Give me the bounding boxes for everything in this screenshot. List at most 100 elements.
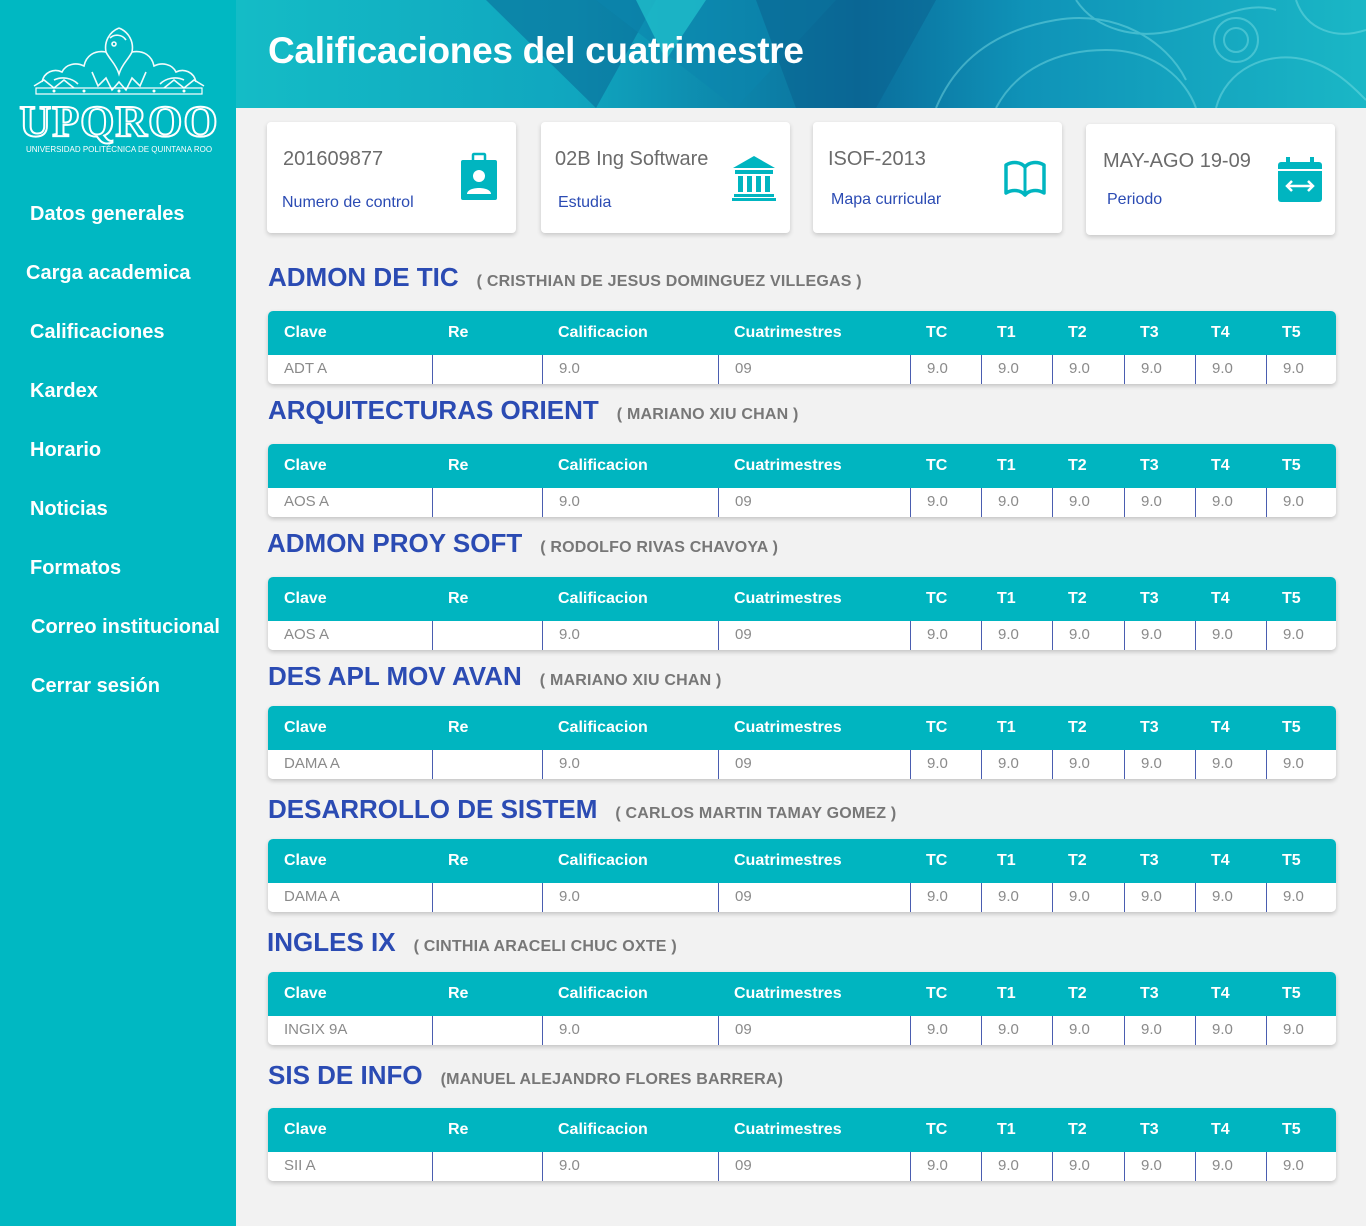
table-cell: 9.0: [542, 750, 718, 779]
subject-title: DESARROLLO DE SISTEM ( CARLOS MARTIN TAMA…: [268, 794, 896, 825]
column-header: Clave: [284, 324, 327, 341]
table-cell: 09: [718, 883, 910, 912]
table-cell: 9.0: [981, 488, 1052, 517]
table-cell: 9.0: [1124, 1016, 1195, 1045]
table-cell: [432, 355, 542, 384]
column-header: TC: [926, 457, 948, 474]
column-header: Clave: [284, 719, 327, 736]
sidebar-item-kardex[interactable]: Kardex: [30, 380, 98, 403]
table-cell: 9.0: [981, 883, 1052, 912]
sidebar-item-correo-institucional[interactable]: Correo institucional: [31, 616, 220, 639]
sidebar-item-calificaciones[interactable]: Calificaciones: [30, 321, 165, 344]
table-cell: 9.0: [542, 621, 718, 650]
table-cell: [432, 1016, 542, 1045]
column-header: T1: [997, 324, 1016, 341]
table-cell: 09: [718, 621, 910, 650]
table-cell: 09: [718, 750, 910, 779]
sidebar-item-noticias[interactable]: Noticias: [30, 498, 108, 521]
table-header-row: Clave Re Calificacion Cuatrimestres TC T1 T2 T3…: [268, 577, 1336, 621]
sidebar-item-datos-generales[interactable]: Datos generales: [30, 203, 185, 226]
column-header: Cuatrimestres: [734, 852, 842, 869]
table-cell: 9.0: [981, 750, 1052, 779]
column-header: Calificacion: [558, 985, 648, 1002]
grades-table: Clave Re Calificacion Cuatrimestres TC T1 T2 T3…: [268, 972, 1336, 1045]
table-row: AOS A 9.0 09 9.0 9.0 9.0 9.0 9.0 9.0: [268, 488, 1336, 517]
column-header: Re: [448, 590, 469, 607]
subject-name: DESARROLLO DE SISTEM: [268, 794, 598, 824]
table-cell: 9.0: [1052, 883, 1124, 912]
column-header: T5: [1282, 1121, 1301, 1138]
column-header: Re: [448, 1121, 469, 1138]
subject-teacher: ( MARIANO XIU CHAN ): [539, 672, 722, 689]
table-row: ADT A 9.0 09 9.0 9.0 9.0 9.0 9.0 9.0: [268, 355, 1336, 384]
sidebar-item-carga-academica[interactable]: Carga academica: [26, 262, 191, 285]
column-header: Re: [448, 324, 469, 341]
table-cell: 9.0: [1195, 621, 1266, 650]
grades-table: Clave Re Calificacion Cuatrimestres TC T1 T2 T3…: [268, 311, 1336, 384]
table-cell: 9.0: [981, 1016, 1052, 1045]
column-header: T5: [1282, 457, 1301, 474]
card-label: Mapa curricular: [831, 191, 942, 208]
table-cell: 9.0: [1124, 488, 1195, 517]
column-header: T2: [1068, 985, 1087, 1002]
subject-name: INGLES IX: [267, 927, 396, 957]
svg-text:UPQROO: UPQROO: [19, 97, 218, 146]
sidebar: UPQROO UNIVERSIDAD POLITÉCNICA DE QUINTA…: [0, 0, 236, 1226]
table-cell: AOS A: [284, 626, 330, 643]
column-header: T2: [1068, 590, 1087, 607]
subject-title: ADMON PROY SOFT ( RODOLFO RIVAS CHAVOYA ): [267, 528, 778, 559]
subject-teacher: ( CARLOS MARTIN TAMAY GOMEZ ): [615, 805, 897, 822]
column-header: T3: [1140, 852, 1159, 869]
table-cell: 9.0: [542, 1016, 718, 1045]
table-cell: 9.0: [910, 883, 981, 912]
grades-table: Clave Re Calificacion Cuatrimestres TC T1 T2 T3…: [268, 706, 1336, 779]
svg-text:UNIVERSIDAD POLITÉCNICA DE QUI: UNIVERSIDAD POLITÉCNICA DE QUINTANA ROO: [26, 145, 212, 154]
table-header-row: Clave Re Calificacion Cuatrimestres TC T1 T2 T3…: [268, 311, 1336, 355]
sidebar-item-horario[interactable]: Horario: [30, 439, 101, 462]
table-cell: 9.0: [981, 1152, 1052, 1181]
table-cell: 9.0: [1266, 750, 1336, 779]
table-cell: 9.0: [910, 750, 981, 779]
card-numero-control: 201609877 Numero de control: [267, 122, 516, 233]
table-cell: 9.0: [542, 883, 718, 912]
table-cell: 9.0: [1266, 1152, 1336, 1181]
table-row: DAMA A 9.0 09 9.0 9.0 9.0 9.0 9.0 9.0: [268, 883, 1336, 912]
sidebar-item-cerrar-sesion[interactable]: Cerrar sesión: [31, 675, 160, 698]
column-header: T1: [997, 457, 1016, 474]
table-cell: 09: [718, 488, 910, 517]
column-header: T1: [997, 852, 1016, 869]
table-cell: 9.0: [1195, 883, 1266, 912]
subject-teacher: ( RODOLFO RIVAS CHAVOYA ): [540, 539, 779, 556]
column-header: T2: [1068, 1121, 1087, 1138]
column-header: Re: [448, 719, 469, 736]
upqroo-logo[interactable]: UPQROO UNIVERSIDAD POLITÉCNICA DE QUINTA…: [14, 22, 224, 157]
column-header: Cuatrimestres: [734, 324, 842, 341]
card-periodo: MAY-AGO 19-09 Periodo: [1086, 124, 1335, 235]
table-cell: DAMA A: [284, 755, 340, 772]
table-cell: 09: [718, 1152, 910, 1181]
subject-name: ARQUITECTURAS ORIENT: [268, 395, 599, 425]
subject-teacher: ( MARIANO XIU CHAN ): [616, 406, 799, 423]
column-header: Re: [448, 852, 469, 869]
table-header-row: Clave Re Calificacion Cuatrimestres TC T1 T2 T3…: [268, 444, 1336, 488]
table-cell: 9.0: [1052, 1016, 1124, 1045]
eagle-crest-icon: UPQROO UNIVERSIDAD POLITÉCNICA DE QUINTA…: [18, 27, 219, 154]
table-cell: 9.0: [1195, 488, 1266, 517]
column-header: TC: [926, 985, 948, 1002]
column-header: Calificacion: [558, 324, 648, 341]
column-header: T3: [1140, 457, 1159, 474]
column-header: TC: [926, 590, 948, 607]
column-header: T4: [1211, 852, 1230, 869]
subject-name: ADMON PROY SOFT: [267, 528, 523, 558]
table-cell: 9.0: [1266, 1016, 1336, 1045]
sidebar-item-formatos[interactable]: Formatos: [30, 557, 121, 580]
column-header: TC: [926, 1121, 948, 1138]
subject-name: DES APL MOV AVAN: [268, 661, 522, 691]
table-cell: 9.0: [1124, 883, 1195, 912]
card-value: MAY-AGO 19-09: [1103, 150, 1251, 172]
column-header: Re: [448, 457, 469, 474]
column-header: T2: [1068, 457, 1087, 474]
table-cell: 9.0: [1124, 355, 1195, 384]
id-badge-icon: [459, 152, 499, 202]
grades-table: Clave Re Calificacion Cuatrimestres TC T1 T2 T3…: [268, 1108, 1336, 1181]
